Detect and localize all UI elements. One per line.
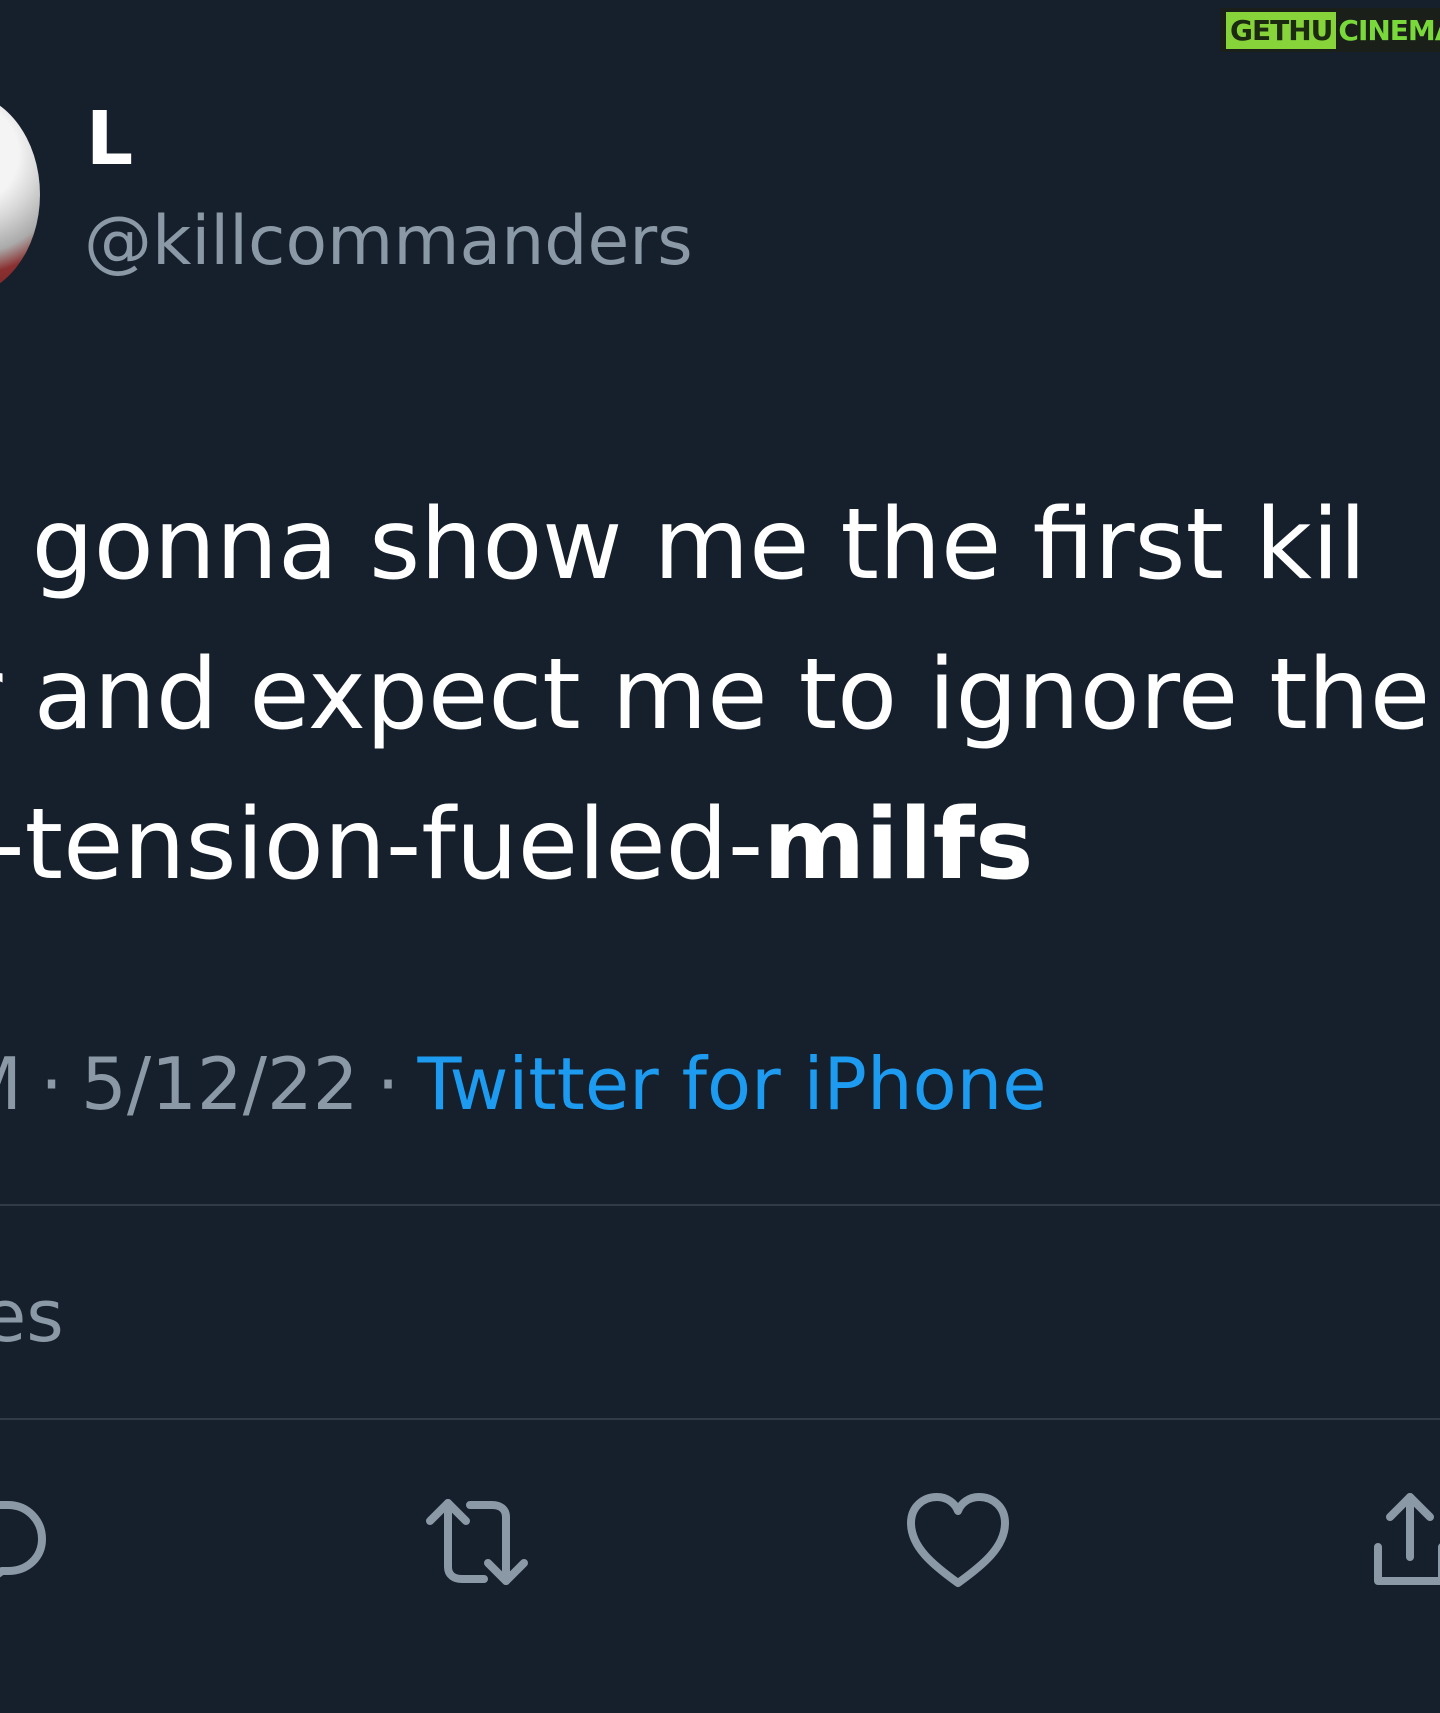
avatar[interactable] [0,92,40,297]
engagement-stats[interactable]: es [0,1280,64,1352]
reply-button[interactable] [0,1487,52,1597]
tweet-time: M [0,1042,22,1126]
tweet-detail-screen: GETHUCINEMA L @killcommanders re gonna s… [0,0,1440,1713]
tweet-source-link[interactable]: Twitter for iPhone [417,1042,1046,1126]
reply-icon [0,1501,46,1578]
retweet-button[interactable] [422,1487,532,1597]
tweet-text-line-3-bold: milfs [763,788,1034,902]
tweet-text-line-1: re gonna show me the first kil [0,488,1367,602]
share-icon [1374,1493,1440,1585]
tweet-date: 5/12/22 [81,1042,359,1126]
display-name[interactable]: L [86,102,133,176]
tweet-text-line-3-regular: al-tension-fueled- [0,788,764,902]
user-handle[interactable]: @killcommanders [84,208,693,276]
tweet-text-line-3: al-tension-fueled-milfs [0,770,1440,920]
tweet-metadata: M·5/12/22·Twitter for iPhone [0,1048,1047,1120]
tweet-text: re gonna show me the first kil er and ex… [0,470,1440,920]
tweet-action-bar [0,1487,1440,1597]
channel-watermark-logo: GETHUCINEMA [1220,8,1440,52]
tweet-text-line-2: er and expect me to ignore the [0,638,1431,752]
divider [0,1204,1440,1206]
meta-separator: · [40,1042,64,1126]
retweet-icon [426,1499,528,1585]
like-button[interactable] [903,1487,1013,1597]
watermark-part-2: CINEMA [1338,13,1440,47]
watermark-part-1: GETHU [1226,11,1337,49]
share-button[interactable] [1370,1487,1440,1597]
meta-separator: · [376,1042,400,1126]
divider [0,1418,1440,1420]
heart-icon [907,1493,1009,1587]
